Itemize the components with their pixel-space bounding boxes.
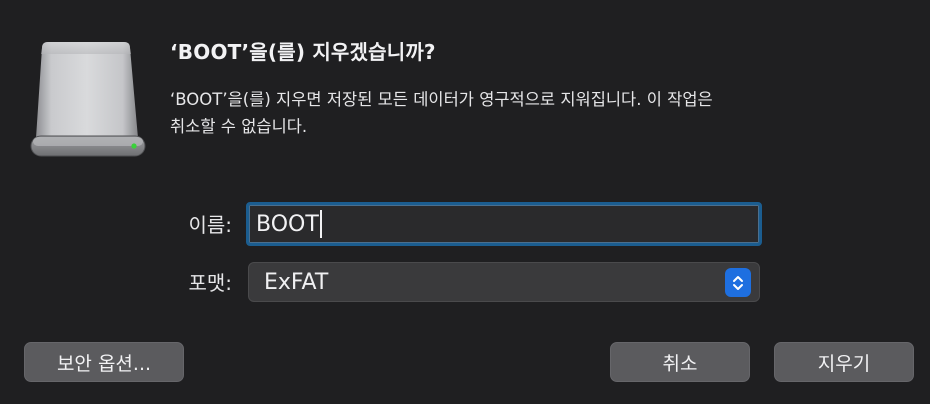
format-select-value: ExFAT — [264, 269, 329, 295]
dialog-message-line-2: 취소할 수 없습니다. — [170, 117, 308, 136]
external-drive-icon — [28, 40, 148, 160]
name-label: 이름: — [188, 213, 232, 237]
erase-button[interactable]: 지우기 — [774, 342, 914, 382]
dialog-message-line-1: ‘BOOT’을(를) 지우면 저장된 모든 데이터가 영구적으로 지워집니다. … — [170, 90, 713, 109]
dialog-title: ‘BOOT’을(를) 지우겠습니까? — [170, 40, 436, 64]
chevron-up-down-icon[interactable] — [725, 268, 751, 297]
format-select[interactable]: ExFAT — [248, 262, 760, 302]
name-input-value: BOOT — [256, 211, 319, 237]
dialog-message: ‘BOOT’을(를) 지우면 저장된 모든 데이터가 영구적으로 지워집니다. … — [170, 86, 870, 140]
cancel-button[interactable]: 취소 — [610, 342, 750, 382]
format-label: 포맷: — [188, 271, 232, 295]
security-options-button[interactable]: 보안 옵션... — [24, 342, 184, 382]
text-caret — [319, 210, 322, 238]
name-input[interactable]: BOOT — [246, 202, 762, 246]
erase-disk-dialog: ‘BOOT’을(를) 지우겠습니까? ‘BOOT’을(를) 지우면 저장된 모든… — [0, 0, 930, 404]
